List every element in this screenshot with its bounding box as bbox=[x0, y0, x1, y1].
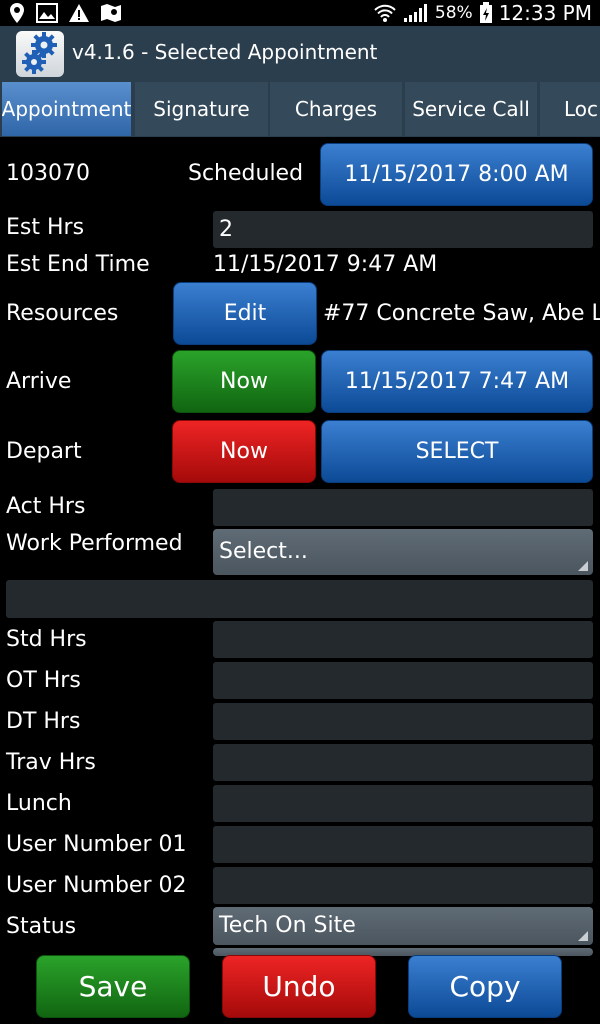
status-select-value: Tech On Site bbox=[219, 913, 356, 938]
dt-hrs-label: DT Hrs bbox=[6, 709, 81, 734]
work-notes-input[interactable] bbox=[6, 580, 593, 618]
undo-button[interactable]: Undo bbox=[222, 955, 376, 1018]
depart-now-button[interactable]: Now bbox=[172, 420, 316, 483]
warning-icon bbox=[69, 4, 89, 22]
user-number-02-label: User Number 02 bbox=[6, 873, 187, 898]
status-bar-system: 58% 12:33 PM bbox=[373, 0, 592, 26]
user-number-01-label: User Number 01 bbox=[6, 832, 187, 857]
work-performed-value: Select... bbox=[219, 539, 308, 564]
lunch-label: Lunch bbox=[6, 791, 72, 816]
dropdown-arrow-icon bbox=[578, 561, 588, 571]
user-number-02-input[interactable] bbox=[213, 867, 593, 904]
work-performed-label: Work Performed bbox=[6, 531, 183, 556]
est-end-time-value: 11/15/2017 9:47 AM bbox=[213, 252, 438, 277]
gear-icon bbox=[22, 32, 57, 74]
status-label: Status bbox=[6, 914, 77, 939]
trav-hrs-input[interactable] bbox=[213, 744, 593, 781]
est-end-time-label: Est End Time bbox=[6, 252, 150, 277]
arrive-datetime-button[interactable]: 11/15/2017 7:47 AM bbox=[321, 350, 593, 413]
status-select[interactable]: Tech On Site bbox=[213, 907, 593, 945]
dropdown-arrow-icon bbox=[578, 931, 588, 941]
location-icon bbox=[10, 3, 24, 23]
act-hrs-label: Act Hrs bbox=[6, 494, 86, 519]
map-icon bbox=[101, 4, 121, 22]
battery-charging-icon bbox=[479, 2, 492, 23]
resources-value: #77 Concrete Saw, Abe Li bbox=[323, 301, 600, 326]
tab-appointment[interactable]: Appointment bbox=[2, 82, 131, 136]
ot-hrs-label: OT Hrs bbox=[6, 668, 81, 693]
appointment-status-text: Scheduled bbox=[188, 161, 304, 186]
save-button[interactable]: Save bbox=[36, 955, 190, 1018]
image-icon bbox=[36, 3, 58, 23]
act-hrs-input[interactable] bbox=[213, 489, 593, 526]
scheduled-datetime-button[interactable]: 11/15/2017 8:00 AM bbox=[320, 143, 593, 206]
user-number-01-input[interactable] bbox=[213, 826, 593, 863]
battery-percent: 58% bbox=[434, 3, 473, 23]
lunch-input[interactable] bbox=[213, 785, 593, 822]
clock: 12:33 PM bbox=[498, 1, 592, 25]
tab-location[interactable]: Loc bbox=[540, 82, 600, 136]
appointment-id: 103070 bbox=[6, 161, 90, 186]
resources-label: Resources bbox=[6, 301, 119, 326]
est-hrs-label: Est Hrs bbox=[6, 215, 85, 240]
std-hrs-label: Std Hrs bbox=[6, 627, 87, 652]
trav-hrs-label: Trav Hrs bbox=[6, 750, 96, 775]
work-performed-select[interactable]: Select... bbox=[213, 529, 593, 575]
dt-hrs-input[interactable] bbox=[213, 703, 593, 740]
app-icon[interactable] bbox=[16, 31, 64, 77]
ot-hrs-input[interactable] bbox=[213, 662, 593, 699]
arrive-label: Arrive bbox=[6, 369, 72, 394]
signal-icon bbox=[403, 4, 427, 22]
tab-charges[interactable]: Charges bbox=[270, 82, 402, 136]
wifi-icon bbox=[374, 4, 396, 22]
tab-service-call[interactable]: Service Call bbox=[405, 82, 537, 136]
resources-edit-button[interactable]: Edit bbox=[173, 282, 317, 345]
arrive-now-button[interactable]: Now bbox=[172, 350, 316, 413]
page-title: v4.1.6 - Selected Appointment bbox=[72, 40, 378, 64]
depart-label: Depart bbox=[6, 439, 82, 464]
copy-button[interactable]: Copy bbox=[408, 955, 562, 1018]
tab-signature[interactable]: Signature bbox=[135, 82, 268, 136]
status-bar-notifications bbox=[8, 2, 122, 24]
depart-select-button[interactable]: SELECT bbox=[321, 420, 593, 483]
std-hrs-input[interactable] bbox=[213, 621, 593, 658]
est-hrs-input[interactable]: 2 bbox=[213, 211, 593, 248]
